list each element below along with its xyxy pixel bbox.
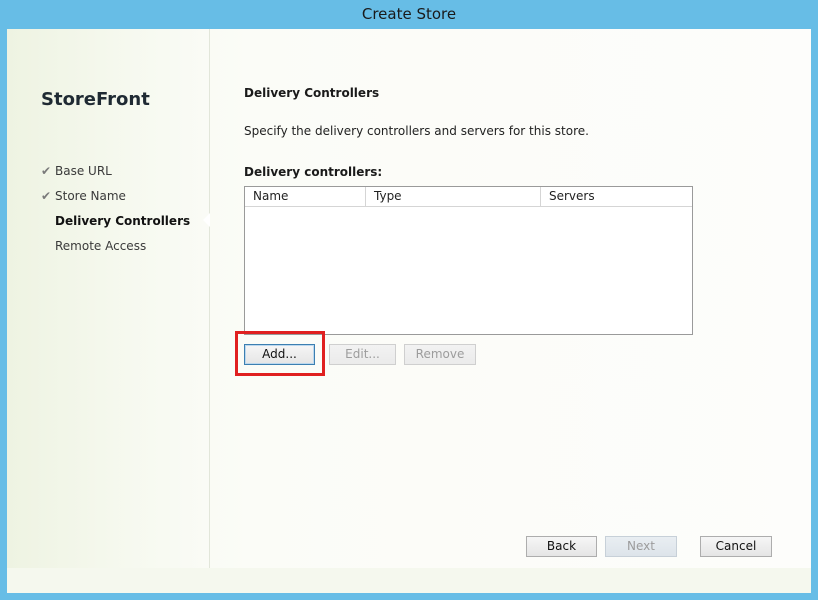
edit-button[interactable]: Edit... [329,344,396,365]
step-label: Store Name [55,189,126,203]
window-title: Create Store [361,5,457,23]
window-footer [7,568,811,593]
page-description: Specify the delivery controllers and ser… [244,124,589,138]
brand-title: StoreFront [41,89,150,110]
page-heading: Delivery Controllers [244,86,380,100]
column-header-name[interactable]: Name [245,187,366,206]
remove-button[interactable]: Remove [404,344,476,365]
table-header: Name Type Servers [245,187,692,207]
check-icon: ✔ [41,189,52,203]
step-label: Remote Access [55,239,147,253]
step-delivery-controllers[interactable]: Delivery Controllers [41,213,190,238]
step-label: Delivery Controllers [55,214,191,228]
step-remote-access[interactable]: Remote Access [41,238,190,263]
cancel-button[interactable]: Cancel [700,536,772,557]
next-button[interactable]: Next [605,536,677,557]
back-button[interactable]: Back [526,536,597,557]
step-label: Base URL [55,164,112,178]
window-title-bar: Create Store [0,0,818,28]
delivery-controllers-table[interactable]: Name Type Servers [244,186,693,335]
wizard-sidebar: StoreFront ✔ Base URL ✔ Store Name Deliv… [7,29,210,568]
step-store-name[interactable]: ✔ Store Name [41,188,190,213]
active-step-pointer-icon [203,213,210,227]
wizard-content: Delivery Controllers Specify the deliver… [235,29,804,568]
step-base-url[interactable]: ✔ Base URL [41,163,190,188]
controllers-list-label: Delivery controllers: [244,165,383,179]
add-button[interactable]: Add... [244,344,315,365]
step-list: ✔ Base URL ✔ Store Name Delivery Control… [41,163,190,263]
check-icon: ✔ [41,164,52,178]
column-header-servers[interactable]: Servers [541,187,692,206]
wizard-window: StoreFront ✔ Base URL ✔ Store Name Deliv… [7,29,811,593]
column-header-type[interactable]: Type [366,187,541,206]
